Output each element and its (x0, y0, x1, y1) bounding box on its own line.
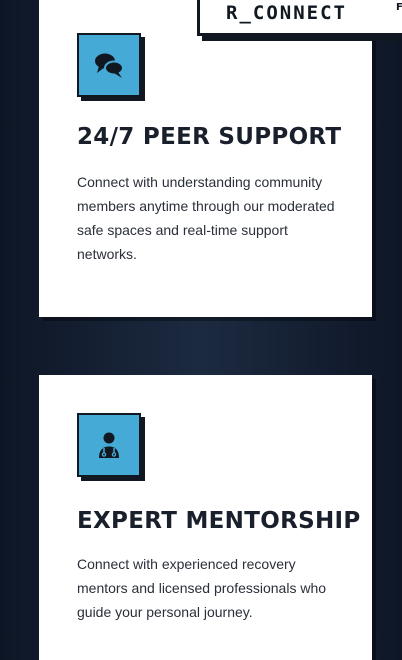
feature-card-peer-support: 24/7 PEER SUPPORT Connect with understan… (39, 0, 372, 317)
feature-icon-box (77, 33, 141, 97)
feature-card-mentorship: EXPERT MENTORSHIP Connect with experienc… (39, 375, 372, 660)
feature-description: Connect with understanding community mem… (77, 174, 335, 262)
chat-bubbles-icon (95, 53, 124, 78)
feature-title: EXPERT MENTORSHIP (77, 508, 361, 534)
doctor-icon (99, 432, 119, 458)
feature-title: 24/7 PEER SUPPORT (77, 124, 342, 150)
feature-icon-box (77, 413, 141, 477)
brand-name: R_CONNECT (226, 2, 347, 24)
brand-logo[interactable]: R_CONNECT F (197, 0, 402, 36)
brand-extra: F (396, 2, 402, 13)
page: 24/7 PEER SUPPORT Connect with understan… (0, 0, 402, 660)
feature-description: Connect with experienced recovery mentor… (77, 556, 327, 620)
